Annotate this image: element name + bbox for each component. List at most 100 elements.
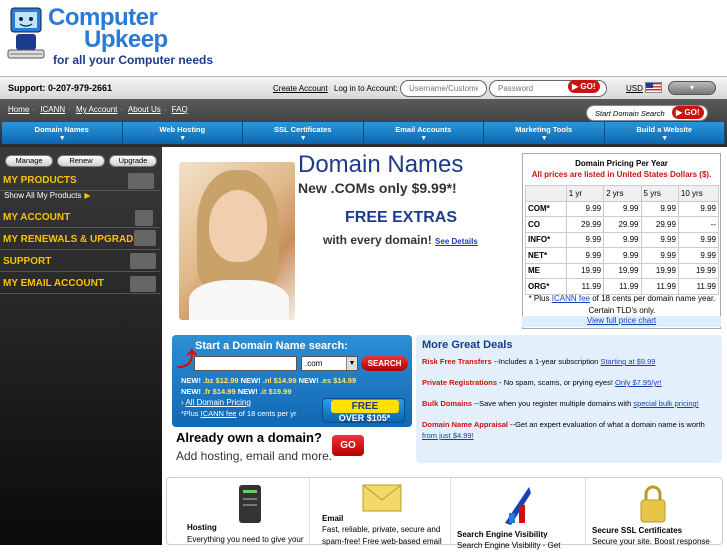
login-go-label: GO!	[580, 82, 596, 91]
deal-link[interactable]: Starting at $9.99	[600, 357, 655, 366]
free-extras-badge-bottom: OVER $105*	[338, 413, 391, 423]
domain-search-go-button[interactable]: ▶ GO!	[672, 106, 704, 119]
full-price-chart-link[interactable]: View full price chart	[522, 316, 721, 327]
arrow-right-icon: ›	[181, 398, 184, 407]
footnote-prefix: * Plus	[528, 294, 550, 303]
nav-tab-marketing-tools[interactable]: Marketing Tools ▼	[484, 122, 605, 144]
nav-tab-ssl-certificates[interactable]: SSL Certificates ▼	[243, 122, 364, 144]
price-cell: 29.99	[640, 216, 679, 233]
logo-tagline: for all your Computer needs	[53, 53, 214, 67]
new-tld-line-1: NEW! .bz $12.99 NEW! .nl $14.99 NEW! .es…	[181, 376, 356, 385]
nav-tab-email-accounts[interactable]: Email Accounts ▼	[363, 122, 484, 144]
feature-title: Secure SSL Certificates	[592, 526, 683, 535]
breadcrumb-separator: ·	[163, 105, 167, 114]
deal-name[interactable]: Bulk Domains	[422, 399, 472, 408]
deal-link[interactable]: special bulk pricing!	[633, 399, 698, 408]
feature-title: Search Engine Visibility	[457, 530, 548, 539]
all-domain-pricing-link[interactable]: All Domain Pricing	[185, 398, 250, 407]
feature-seo[interactable]: Search Engine Visibility Search Engine V…	[451, 478, 586, 550]
new-badge: NEW!	[181, 387, 201, 396]
currency-selector[interactable]: USD	[626, 84, 643, 93]
new-tld-price[interactable]: .nl $14.99	[263, 376, 297, 385]
nav-tab-label: Domain Names	[34, 125, 89, 134]
domain-name-input[interactable]	[194, 356, 297, 371]
new-tld-price[interactable]: .bz $12.99	[203, 376, 238, 385]
domain-search-button[interactable]: SEARCH	[361, 356, 408, 371]
deal-name[interactable]: Private Registrations	[422, 378, 497, 387]
manage-button[interactable]: Manage	[5, 155, 53, 167]
nav-tab-domain-names[interactable]: Domain Names ▼	[2, 122, 123, 144]
tld-cell: CO	[525, 216, 567, 233]
deal-item: Risk Free Transfers --Includes a 1-year …	[422, 356, 720, 367]
deal-text: --Save when you register multiple domain…	[472, 399, 634, 408]
price-cell: 9.99	[640, 200, 679, 217]
deal-name[interactable]: Risk Free Transfers	[422, 357, 492, 366]
all-domain-pricing: › All Domain Pricing	[181, 398, 251, 407]
envelope-icon	[130, 276, 156, 292]
logo-text-upkeep[interactable]: Upkeep	[84, 26, 168, 54]
chevron-down-icon: ▼	[299, 135, 307, 142]
chevron-down-icon: ▼	[58, 135, 66, 142]
breadcrumb-home[interactable]: Home	[8, 105, 29, 114]
us-flag-icon[interactable]	[645, 82, 662, 93]
own-domain-go-button[interactable]: GO	[332, 435, 364, 456]
icann-fee-link[interactable]: ICANN fee	[552, 294, 590, 303]
tld-cell: NET*	[525, 247, 567, 264]
price-cell: 9.99	[603, 247, 642, 264]
sidebar-buttons: Manage Renew Upgrade	[5, 155, 157, 167]
new-tld-price[interactable]: .it $19.99	[260, 387, 292, 396]
price-cell: 29.99	[603, 216, 642, 233]
new-tld-price[interactable]: .es $14.99	[321, 376, 356, 385]
see-details-link[interactable]: See Details	[435, 237, 478, 246]
feature-email[interactable]: Email Fast, reliable, private, secure an…	[310, 478, 451, 546]
photo-shirt	[189, 280, 289, 320]
nav-tab-label: Build a Website	[636, 125, 693, 134]
deal-link[interactable]: from just $4.99!	[422, 431, 474, 440]
tld-cell: ORG*	[525, 278, 567, 295]
tld-select[interactable]: .com ▼	[301, 356, 358, 371]
login-label: Log in to Account:	[334, 84, 398, 93]
breadcrumb-about-us[interactable]: About Us	[128, 105, 161, 114]
feature-body: Everything you need to give your	[187, 535, 304, 544]
nav-tab-label: SSL Certificates	[274, 125, 332, 134]
feature-hosting[interactable]: Hosting Everything you need to give your	[167, 478, 310, 546]
nav-tab-build-a-website[interactable]: Build a Website ▼	[604, 122, 725, 144]
username-input[interactable]	[400, 80, 487, 97]
price-cell: 9.99	[640, 231, 679, 248]
cart-icon: ▾	[689, 83, 694, 92]
breadcrumb-my-account[interactable]: My Account	[76, 105, 117, 114]
icann-fee-link[interactable]: ICANN fee	[201, 409, 237, 418]
table-row: COM* 9.99 9.99 9.99 9.99	[525, 200, 720, 217]
feature-ssl[interactable]: Secure SSL Certificates Secure your site…	[586, 478, 724, 546]
nav-tab-web-hosting[interactable]: Web Hosting ▼	[122, 122, 243, 144]
renew-button[interactable]: Renew	[57, 155, 105, 167]
table-header: 2 yrs	[603, 185, 642, 202]
server-icon	[239, 485, 261, 523]
breadcrumb-icann[interactable]: ICANN	[40, 105, 65, 114]
cart-button[interactable]: ▾	[668, 81, 716, 95]
free-extras-badge[interactable]: FREE EXTRAS! OVER $105*	[322, 398, 405, 425]
breadcrumb-separator: ·	[68, 105, 71, 114]
table-header: 10 yrs	[677, 185, 720, 202]
free-extras-heading: FREE EXTRAS	[345, 209, 458, 226]
sidebar-sub-show-all-products[interactable]: Show All My Products ▶	[4, 191, 91, 200]
upgrade-button[interactable]: Upgrade	[109, 155, 157, 167]
create-account-link[interactable]: Create Account	[273, 84, 328, 93]
feature-body: Secure your site. Boost response	[592, 537, 710, 546]
breadcrumb-faq[interactable]: FAQ	[172, 105, 188, 114]
every-domain-text: with every domain!	[323, 233, 432, 247]
tld-selected-value: .com	[305, 359, 323, 368]
tld-cell: COM*	[525, 200, 567, 217]
price-cell: 11.99	[640, 278, 679, 295]
new-badge: NEW!	[240, 376, 261, 385]
chevron-down-icon: ▼	[540, 135, 548, 142]
login-go-button[interactable]: ▶ GO!	[568, 80, 600, 93]
domain-search-placeholder: Start Domain Search	[595, 109, 665, 118]
nav-tab-label: Marketing Tools	[515, 125, 573, 134]
breadcrumb-separator: ·	[32, 105, 36, 114]
deal-link[interactable]: Only $7.95/yr!	[615, 378, 662, 387]
deal-name[interactable]: Domain Name Appraisal	[422, 420, 508, 429]
chevron-down-icon: ▼	[420, 135, 428, 142]
new-tld-price[interactable]: .fr $14.99	[203, 387, 236, 396]
feature-title: Email	[322, 514, 344, 523]
